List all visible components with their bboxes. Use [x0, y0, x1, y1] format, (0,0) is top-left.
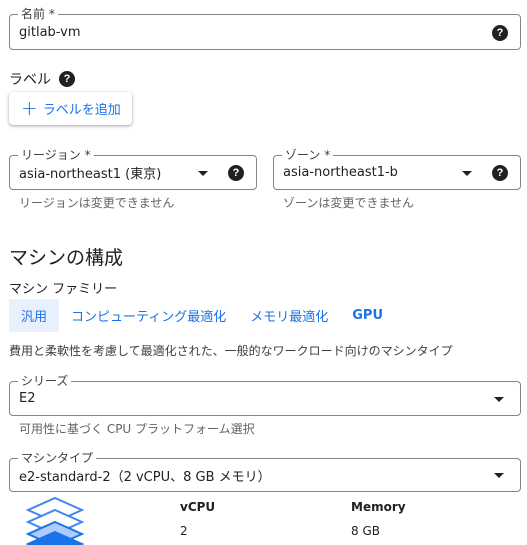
machine-family-tabs: 汎用 コンピューティング最適化 メモリ最適化 GPU: [9, 299, 395, 332]
machine-type-field-value: e2-standard-2（2 vCPU、8 GB メモリ）: [19, 469, 271, 485]
region-field-value: asia-northeast1 (東京): [19, 167, 162, 182]
add-label-button-text: ラベルを追加: [42, 103, 121, 118]
memory-value: 8 GB: [351, 524, 380, 538]
arrow-drop-down-icon[interactable]: [198, 171, 208, 176]
vcpu-header: vCPU: [180, 500, 216, 514]
tab-gpu[interactable]: GPU: [340, 299, 395, 332]
series-field-value: E2: [19, 391, 36, 406]
name-field-value[interactable]: gitlab-vm: [19, 15, 81, 49]
help-icon[interactable]: ?: [492, 25, 508, 41]
arrow-drop-down-icon[interactable]: [494, 397, 504, 402]
tab-general-purpose[interactable]: 汎用: [9, 299, 60, 332]
machine-type-select[interactable]: マシンタイプ e2-standard-2（2 vCPU、8 GB メモリ）: [9, 450, 521, 492]
stacked-layers-icon: [25, 496, 85, 545]
series-hint: 可用性に基づく CPU プラットフォーム選択: [19, 422, 255, 436]
vcpu-value: 2: [180, 524, 188, 538]
plus-icon: +: [21, 95, 38, 120]
help-icon[interactable]: ?: [492, 165, 508, 181]
series-select[interactable]: シリーズ E2: [9, 373, 521, 416]
add-label-button[interactable]: + ラベルを追加: [9, 92, 132, 125]
help-icon[interactable]: ?: [228, 165, 244, 181]
name-field[interactable]: 名前 * gitlab-vm ?: [9, 6, 521, 50]
region-select[interactable]: リージョン * asia-northeast1 (東京) ?: [9, 147, 257, 190]
zone-field-value: asia-northeast1-b: [283, 165, 398, 180]
memory-header: Memory: [351, 500, 406, 514]
help-icon[interactable]: ?: [59, 71, 75, 87]
region-hint: リージョンは変更できません: [19, 196, 175, 210]
tab-compute-optimized[interactable]: コンピューティング最適化: [59, 299, 238, 332]
tab-memory-optimized[interactable]: メモリ最適化: [238, 299, 340, 332]
arrow-drop-down-icon[interactable]: [462, 171, 472, 176]
zone-select[interactable]: ゾーン * asia-northeast1-b ?: [273, 147, 521, 190]
labels-title: ラベル: [9, 72, 51, 88]
arrow-drop-down-icon[interactable]: [494, 473, 504, 478]
machine-config-title: マシンの構成: [9, 247, 124, 269]
machine-family-description: 費用と柔軟性を考慮して最適化された、一般的なワークロード向けのマシンタイプ: [9, 344, 453, 358]
labels-section: ラベル ?: [9, 69, 75, 89]
zone-hint: ゾーンは変更できません: [283, 196, 415, 210]
machine-family-label: マシン ファミリー: [9, 282, 118, 297]
